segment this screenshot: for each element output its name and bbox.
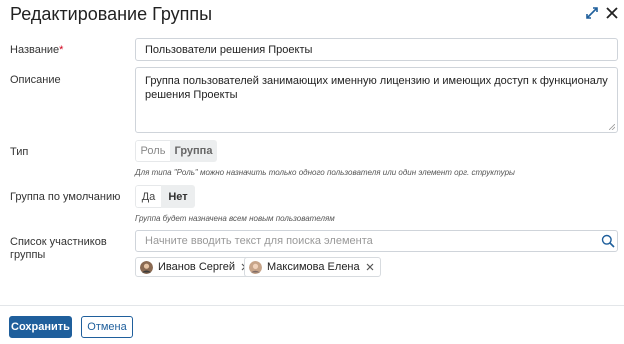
default-option-no[interactable]: Нет	[161, 185, 195, 208]
type-option-role[interactable]: Роль	[135, 140, 170, 162]
default-group-segmented-control: Да Нет	[135, 185, 195, 208]
description-textarea[interactable]: Группа пользователей занимающих именную …	[135, 67, 618, 133]
type-hint: Для типа "Роль" можно назначить только о…	[135, 168, 515, 177]
expand-arrows-icon[interactable]	[584, 5, 600, 21]
dialog-title: Редактирование Группы	[10, 4, 213, 24]
footer-divider	[0, 305, 624, 306]
members-search-input[interactable]: Начните вводить текст для поиска элемент…	[135, 230, 618, 252]
name-field[interactable]: Пользователи решения Проекты	[135, 38, 618, 61]
avatar-icon	[249, 260, 262, 274]
member-tag[interactable]: Иванов Сергей	[135, 257, 257, 277]
type-segmented-control: Роль Группа	[135, 140, 217, 162]
type-label: Тип	[10, 146, 29, 158]
remove-tag-icon[interactable]	[366, 263, 374, 271]
name-label-text: Название	[10, 44, 60, 56]
description-label: Описание	[10, 74, 61, 86]
required-mark: *	[59, 44, 64, 56]
members-label-line2: группы	[10, 249, 46, 261]
cancel-button[interactable]: Отмена	[81, 316, 133, 338]
member-name: Максимова Елена	[267, 261, 360, 273]
search-icon[interactable]	[601, 234, 615, 248]
close-icon[interactable]	[604, 5, 620, 21]
description-text: Группа пользователей занимающих именную …	[145, 75, 608, 101]
avatar-icon	[140, 260, 153, 274]
members-label: Список участников группы	[10, 236, 107, 262]
default-group-hint: Группа будет назначена всем новым пользо…	[135, 214, 335, 223]
save-button[interactable]: Сохранить	[9, 316, 72, 338]
member-name: Иванов Сергей	[158, 261, 236, 273]
members-label-line1: Список участников	[10, 236, 107, 248]
name-label: Название*	[10, 44, 63, 57]
type-option-group[interactable]: Группа	[170, 140, 217, 162]
default-group-label: Группа по умолчанию	[10, 191, 121, 203]
default-option-yes[interactable]: Да	[135, 185, 161, 208]
resize-grip-icon[interactable]	[609, 124, 615, 130]
member-tag[interactable]: Максимова Елена	[244, 257, 381, 277]
